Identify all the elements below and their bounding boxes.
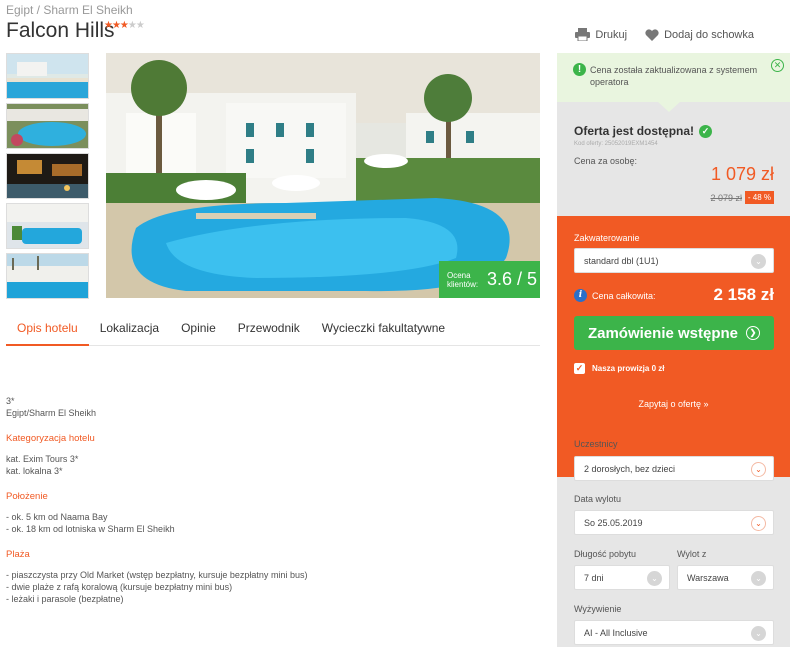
printer-icon [575,28,591,41]
accommodation-label: Zakwaterowanie [574,233,640,243]
check-icon: ✓ [699,124,713,138]
section-line: kat. Exim Tours 3* [6,454,79,464]
intro-line: Egipt/Sharm El Sheikh [6,408,97,418]
section-line: - piaszczysta przy Old Market (wstęp bez… [6,570,308,580]
main-hotel-photo[interactable]: Ocena klientów: 3.6 / 5 [106,53,540,298]
total-price-label: i Cena całkowita: [574,289,656,302]
section-line: kat. lokalna 3* [6,466,63,476]
stay-length-value: 7 dni [584,572,604,583]
pre-order-button[interactable]: Zamówienie wstępne ❯ [574,316,774,350]
old-price: 2 079 zł [710,193,742,203]
commission-label: Nasza prowizja 0 zł [592,364,665,373]
notice-text: Cena została zaktualizowana z systemem o… [590,65,758,87]
participants-value: 2 dorosłych, bez dzieci [584,463,676,474]
hotel-description: 3* Egipt/Sharm El Sheikh Kategoryzacja h… [6,395,540,605]
star-empty-icon: ★★ [127,20,145,31]
section-heading: Plaża [6,549,30,560]
thumbnail-strip [6,53,89,303]
chevron-down-icon: ⌄ [751,462,766,477]
print-button[interactable]: Drukuj [575,28,627,41]
top-actions: Drukuj Dodaj do schowka [575,28,754,41]
price-updated-notice: ! Cena została zaktualizowana z systemem… [557,53,790,102]
hotel-stars: ★★★★★ [104,20,145,31]
departure-city-select[interactable]: Warszawa ⌄ [677,565,774,590]
customer-rating-badge: Ocena klientów: 3.6 / 5 [439,261,540,298]
close-icon[interactable]: ✕ [771,59,784,72]
departure-city-label: Wylot z [677,549,707,559]
chevron-down-icon: ⌄ [751,254,766,269]
breadcrumb[interactable]: Egipt / Sharm El Sheikh [6,3,133,17]
section-line: - ok. 5 km od Naama Bay [6,512,108,522]
chevron-down-icon: ⌄ [751,626,766,641]
notice-arrow [658,102,680,112]
ask-about-offer-link[interactable]: Zapytaj o ofertę » [557,399,790,409]
departure-city-value: Warszawa [687,572,729,583]
price-per-person: 1 079 zł [710,164,774,184]
section-heading: Kategoryzacja hotelu [6,433,95,444]
stay-length-select[interactable]: 7 dni ⌄ [574,565,670,590]
info-icon[interactable]: i [574,289,587,302]
board-select[interactable]: AI - All Inclusive ⌄ [574,620,774,645]
star-icon: ★★★ [104,20,129,31]
total-price: 2 158 zł [713,285,775,304]
heart-icon [645,28,659,41]
tab-przewodnik[interactable]: Przewodnik [227,313,311,346]
tab-lokalizacja[interactable]: Lokalizacja [89,313,170,346]
tab-wycieczki[interactable]: Wycieczki fakultatywne [311,313,456,346]
thumbnail-5[interactable] [6,253,89,299]
board-value: AI - All Inclusive [584,627,648,638]
offer-status-text: Oferta jest dostępna! [574,124,695,138]
offer-availability: Oferta jest dostępna! ✓ Kod oferty: 2505… [557,112,790,207]
tab-opis-hotelu[interactable]: Opis hotelu [6,313,89,346]
stay-length-label: Długość pobytu [574,549,637,559]
chevron-down-icon: ⌄ [751,516,766,531]
alert-icon: ! [573,63,586,76]
discount-badge: - 48 % [744,191,774,204]
hotel-tabs: Opis hotelu Lokalizacja Opinie Przewodni… [6,313,540,346]
accommodation-value: standard dbl (1U1) [584,255,659,266]
add-to-favorites-button[interactable]: Dodaj do schowka [645,28,754,41]
section-line: - dwie plaże z rafą koralową (kursuje be… [6,582,233,592]
rating-value: 3.6 / 5 [487,269,538,289]
arrow-right-icon: ❯ [746,326,761,340]
section-line: - leżaki i parasole (bezpłatne) [6,594,124,604]
chevron-down-icon: ⌄ [751,571,766,586]
thumbnail-1[interactable] [6,53,89,99]
page-title: Falcon Hills [6,19,115,42]
print-label: Drukuj [595,28,628,41]
booking-panel: Zakwaterowanie standard dbl (1U1) ⌄ i Ce… [557,216,790,477]
intro-line: 3* [6,396,15,406]
checkbox-checked-icon: ✓ [574,363,585,374]
tab-opinie[interactable]: Opinie [170,313,227,346]
chevron-down-icon: ⌄ [647,571,662,586]
board-label: Wyżywienie [574,604,622,614]
pre-order-label: Zamówienie wstępne [587,324,739,342]
booking-sidebar: ! Cena została zaktualizowana z systemem… [557,53,790,647]
thumbnail-3[interactable] [6,153,89,199]
section-heading: Położenie [6,491,48,502]
offer-status: Oferta jest dostępna! ✓ [574,124,790,138]
thumbnail-2[interactable] [6,103,89,149]
departure-date-select[interactable]: So 25.05.2019 ⌄ [574,510,774,535]
total-label-text: Cena całkowita: [592,290,656,301]
accommodation-select[interactable]: standard dbl (1U1) ⌄ [574,248,774,273]
favorites-label: Dodaj do schowka [664,28,754,41]
thumbnail-4[interactable] [6,203,89,249]
section-line: - ok. 18 km od lotniska w Sharm El Sheik… [6,524,175,534]
rating-label: Ocena klientów: [447,270,479,289]
offer-code: Kod oferty: 25052019EXM1454 [574,141,658,147]
departure-date-label: Data wylotu [574,494,622,504]
participants-label: Uczestnicy [574,439,618,449]
participants-select[interactable]: 2 dorosłych, bez dzieci ⌄ [574,456,774,481]
departure-date-value: So 25.05.2019 [584,517,643,528]
commission-checkbox[interactable]: ✓ Nasza prowizja 0 zł [574,363,664,374]
